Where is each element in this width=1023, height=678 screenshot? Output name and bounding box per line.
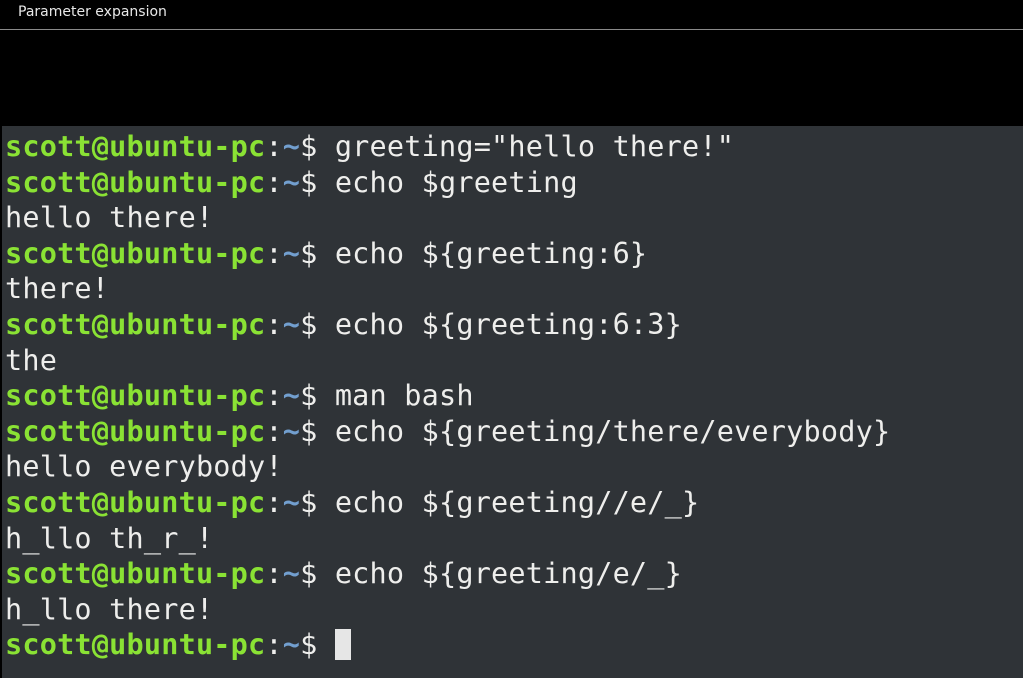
terminal-output-line: h_llo th_r_! [5,521,890,557]
prompt-colon: : [265,557,283,591]
window-title-bar: Parameter expansion [0,0,1023,30]
output-text: hello everybody! [5,450,283,484]
prompt-path: ~ [282,165,301,199]
terminal-output-line: there! [5,271,890,307]
prompt-user-host: scott@ubuntu-pc [5,165,266,199]
prompt-user-host: scott@ubuntu-pc [5,379,266,413]
terminal-output-line: hello everybody! [5,449,890,485]
prompt-user-host: scott@ubuntu-pc [5,236,266,270]
terminal-command-line: scott@ubuntu-pc:~$ echo ${greeting//e/_} [5,485,890,521]
command-text: echo ${greeting/e/_} [334,557,682,591]
terminal-command-line: scott@ubuntu-pc:~$ echo ${greeting/there… [5,414,890,450]
prompt-path: ~ [282,628,301,662]
prompt-path: ~ [282,557,301,591]
terminal-command-line: scott@ubuntu-pc:~$ man bash [5,378,890,414]
prompt-symbol: $ [300,130,335,163]
prompt-colon: : [265,307,283,341]
output-text: hello there! [5,201,214,235]
command-text: echo ${greeting:6:3} [334,307,682,341]
prompt-symbol: $ [300,165,335,199]
prompt-user-host: scott@ubuntu-pc [5,414,266,448]
terminal-output-line: hello there! [5,200,890,236]
prompt-colon: : [265,379,283,413]
prompt-symbol: $ [300,414,335,448]
prompt-path: ~ [282,414,301,448]
prompt-symbol: $ [300,236,335,270]
prompt-path: ~ [282,379,301,413]
prompt-path: ~ [282,485,301,519]
terminal-command-line: scott@ubuntu-pc:~$ echo $greeting [5,165,890,201]
prompt-user-host: scott@ubuntu-pc [5,557,266,591]
terminal-command-line: scott@ubuntu-pc:~$ greeting="hello there… [5,129,890,165]
command-text: greeting="hello there!" [334,130,735,163]
prompt-colon: : [265,130,283,163]
prompt-path: ~ [282,236,301,270]
prompt-colon: : [265,165,283,199]
prompt-symbol: $ [300,307,335,341]
terminal-window[interactable]: scott@ubuntu-pc:~$ greeting="hello there… [2,126,1023,678]
prompt-colon: : [265,628,283,662]
prompt-symbol: $ [300,485,335,519]
prompt-path: ~ [282,130,301,163]
prompt-user-host: scott@ubuntu-pc [5,485,266,519]
prompt-colon: : [265,414,283,448]
terminal-command-line: scott@ubuntu-pc:~$ echo ${greeting/e/_} [5,556,890,592]
terminal-active-prompt-line: scott@ubuntu-pc:~$ [5,627,890,663]
prompt-symbol: $ [300,628,335,662]
video-letterbox-band [2,31,1023,126]
window-title: Parameter expansion [18,4,167,20]
terminal-command-line: scott@ubuntu-pc:~$ echo ${greeting:6} [5,236,890,272]
terminal-output-line: h_llo there! [5,592,890,628]
command-text: echo ${greeting//e/_} [334,485,700,519]
prompt-user-host: scott@ubuntu-pc [5,130,266,163]
command-text: man bash [334,379,474,413]
output-text: h_llo th_r_! [5,521,214,555]
output-text: the [5,343,58,377]
command-text: echo ${greeting/there/everybody} [334,414,891,448]
terminal-output-line: the [5,343,890,379]
prompt-path: ~ [282,307,301,341]
prompt-user-host: scott@ubuntu-pc [5,307,266,341]
prompt-symbol: $ [300,557,335,591]
output-text: h_llo there! [5,592,214,626]
prompt-colon: : [265,236,283,270]
prompt-symbol: $ [300,379,335,413]
terminal-cursor[interactable] [334,628,351,660]
prompt-user-host: scott@ubuntu-pc [5,628,266,662]
prompt-colon: : [265,485,283,519]
command-text: echo $greeting [334,165,578,199]
terminal-command-line: scott@ubuntu-pc:~$ echo ${greeting:6:3} [5,307,890,343]
output-text: there! [5,272,110,306]
command-text: echo ${greeting:6} [334,236,648,270]
terminal-output: scott@ubuntu-pc:~$ greeting="hello there… [5,129,890,663]
